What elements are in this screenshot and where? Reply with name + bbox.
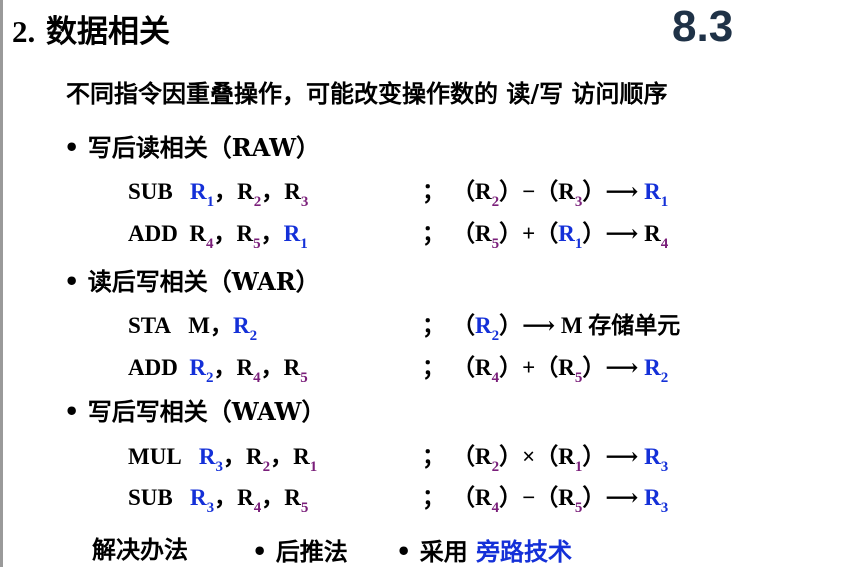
opcode: ADD <box>128 221 178 246</box>
solution-prefix: • 采用 <box>396 537 468 566</box>
solution-option-bypass: • 采用 旁路技术 <box>396 532 572 567</box>
solution-label: 解决办法 <box>92 535 188 564</box>
instruction-row: SUB R3，R4，R5 <box>128 485 309 516</box>
bypass-technique-link[interactable]: 旁路技术 <box>476 537 572 566</box>
separator: ； <box>422 312 445 339</box>
instruction-comment: （R5）+（R1）⟶ R4 <box>452 221 669 252</box>
separator: ； <box>422 220 445 247</box>
section-war-heading: • 读后写相关（WAR） <box>64 267 320 296</box>
instruction-row: ADD R2，R4，R5 <box>128 355 308 386</box>
separator: ； <box>422 443 445 470</box>
opcode: ADD <box>128 355 178 380</box>
opcode: SUB <box>128 485 173 510</box>
instruction-comment: （R2）×（R1）⟶ R3 <box>452 444 669 475</box>
page-title: 2. 数据相关 <box>12 6 170 51</box>
instruction-row: STA M，R2 <box>128 313 258 344</box>
separator: ； <box>422 484 445 511</box>
title-number: 2. <box>12 14 36 49</box>
instruction-row: SUB R1，R2，R3 <box>128 179 309 210</box>
instruction-comment: （R2）⟶ M 存储单元 <box>452 313 681 344</box>
instruction-comment: （R4）+（R5）⟶ R2 <box>452 355 669 386</box>
opcode: SUB <box>128 179 173 204</box>
solution-option-postpone: • 后推法 <box>252 537 348 566</box>
instruction-comment: （R4）−（R5）⟶ R3 <box>452 485 669 516</box>
instruction-row: ADD R4，R5，R1 <box>128 221 308 252</box>
instruction-row: MUL R3，R2，R1 <box>128 444 318 475</box>
slide-number: 8.3 <box>672 2 734 51</box>
section-waw-heading: • 写后写相关（WAW） <box>64 397 326 426</box>
left-border <box>0 0 3 567</box>
intro-text: 不同指令因重叠操作，可能改变操作数的 读/写 访问顺序 <box>66 79 668 108</box>
separator: ； <box>422 178 445 205</box>
opcode: STA <box>128 313 172 338</box>
section-raw-heading: • 写后读相关（RAW） <box>64 133 321 162</box>
title-text: 数据相关 <box>46 14 171 50</box>
operand: R1 <box>190 179 215 210</box>
opcode: MUL <box>128 444 182 469</box>
separator: ； <box>422 354 445 381</box>
instruction-comment: （R2）−（R3）⟶ R1 <box>452 179 669 210</box>
